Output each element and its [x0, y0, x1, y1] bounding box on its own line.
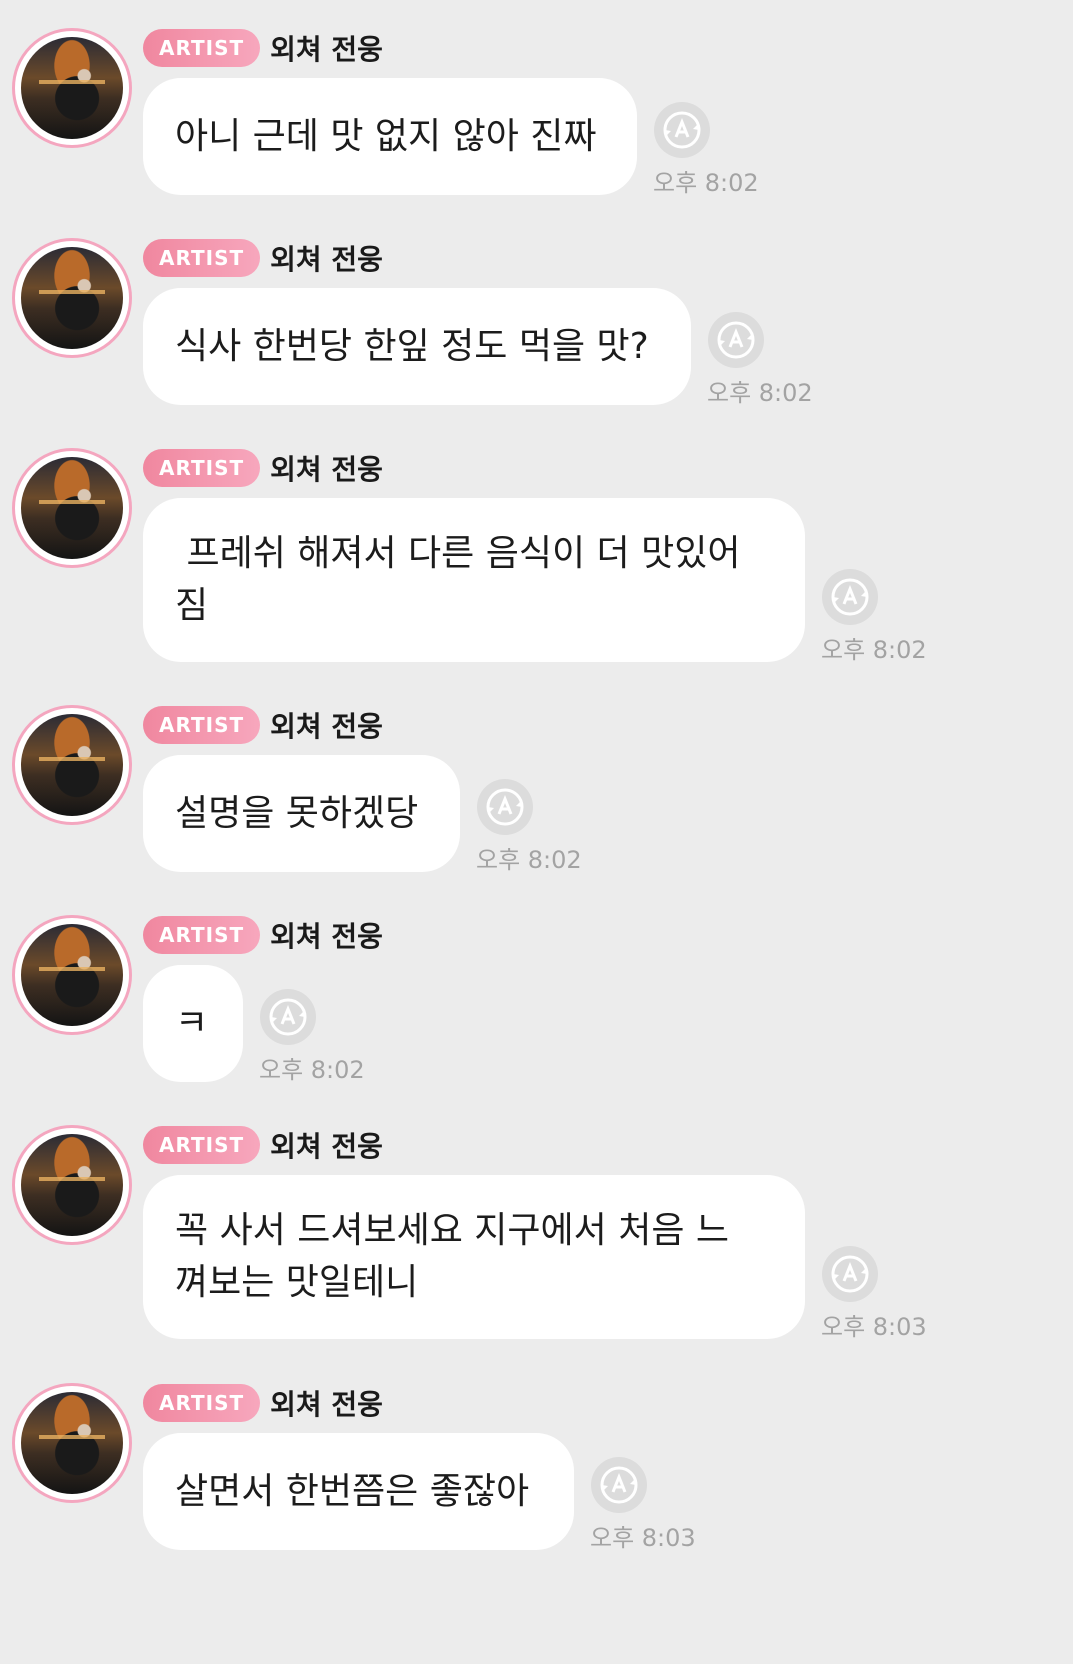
avatar[interactable]	[12, 1125, 132, 1245]
translate-icon[interactable]	[653, 101, 711, 159]
sender-name: 외쳐 전웅	[270, 243, 383, 276]
timestamp: 오후 8:03	[821, 1313, 927, 1341]
message-header: ARTIST 외쳐 전웅	[143, 705, 383, 745]
avatar-photo	[21, 1392, 123, 1494]
message-header: ARTIST 외쳐 전웅	[143, 1383, 383, 1423]
translate-icon[interactable]	[476, 778, 534, 836]
avatar-photo	[21, 457, 123, 559]
message-meta: 오후 8:02	[821, 568, 941, 665]
avatar-photo	[21, 1134, 123, 1236]
avatar[interactable]	[12, 1383, 132, 1503]
message-bubble[interactable]: 설명을 못하겠당	[143, 755, 460, 872]
artist-badge: ARTIST	[143, 706, 261, 744]
message-text: 식사 한번당 한잎 정도 먹을 맛?	[175, 325, 649, 367]
avatar[interactable]	[12, 448, 132, 568]
artist-badge: ARTIST	[143, 1126, 261, 1164]
sender-name: 외쳐 전웅	[270, 33, 383, 66]
message-text: 프레쉬 해져서 다른 음식이 더 맛있어 짐	[175, 533, 741, 626]
translate-icon[interactable]	[707, 311, 765, 369]
message-meta: 오후 8:02	[653, 101, 773, 198]
artist-badge: ARTIST	[143, 449, 261, 487]
timestamp: 오후 8:02	[259, 1056, 365, 1084]
message-bubble[interactable]: 프레쉬 해져서 다른 음식이 더 맛있어 짐	[143, 498, 805, 662]
message-meta: 오후 8:02	[707, 311, 827, 408]
translate-icon[interactable]	[259, 988, 317, 1046]
sender-name: 외쳐 전웅	[270, 710, 383, 743]
message-meta: 오후 8:02	[476, 778, 596, 875]
message-meta: 오후 8:03	[590, 1456, 710, 1553]
message-meta: 오후 8:02	[259, 988, 379, 1085]
message-bubble[interactable]: 아니 근데 맛 없지 않아 진짜	[143, 78, 637, 195]
avatar[interactable]	[12, 705, 132, 825]
message-meta: 오후 8:03	[821, 1245, 941, 1342]
message-text: 살면서 한번쯤은 좋잖아	[175, 1470, 530, 1512]
avatar-photo	[21, 924, 123, 1026]
message-text: 아니 근데 맛 없지 않아 진짜	[175, 115, 597, 157]
message-header: ARTIST 외쳐 전웅	[143, 1125, 383, 1165]
message-header: ARTIST 외쳐 전웅	[143, 915, 383, 955]
artist-badge: ARTIST	[143, 29, 261, 67]
sender-name: 외쳐 전웅	[270, 453, 383, 486]
translate-icon[interactable]	[821, 568, 879, 626]
artist-badge: ARTIST	[143, 1384, 261, 1422]
sender-name: 외쳐 전웅	[270, 920, 383, 953]
message-text: ㅋ	[175, 1002, 209, 1044]
timestamp: 오후 8:02	[707, 379, 813, 407]
translate-icon[interactable]	[821, 1245, 879, 1303]
message-bubble[interactable]: 살면서 한번쯤은 좋잖아	[143, 1433, 574, 1550]
message-bubble[interactable]: ㅋ	[143, 965, 243, 1082]
message-text: 꼭 사서 드셔보세요 지구에서 처음 느 껴보는 맛일테니	[175, 1210, 730, 1303]
message-bubble[interactable]: 꼭 사서 드셔보세요 지구에서 처음 느 껴보는 맛일테니	[143, 1175, 805, 1339]
artist-badge: ARTIST	[143, 916, 261, 954]
timestamp: 오후 8:02	[653, 169, 759, 197]
translate-icon[interactable]	[590, 1456, 648, 1514]
timestamp: 오후 8:02	[821, 636, 927, 664]
avatar-photo	[21, 37, 123, 139]
message-header: ARTIST 외쳐 전웅	[143, 238, 383, 278]
message-text: 설명을 못하겠당	[175, 792, 419, 834]
sender-name: 외쳐 전웅	[270, 1388, 383, 1421]
avatar[interactable]	[12, 915, 132, 1035]
avatar[interactable]	[12, 238, 132, 358]
message-header: ARTIST 외쳐 전웅	[143, 28, 383, 68]
message-header: ARTIST 외쳐 전웅	[143, 448, 383, 488]
avatar-photo	[21, 247, 123, 349]
message-bubble[interactable]: 식사 한번당 한잎 정도 먹을 맛?	[143, 288, 691, 405]
sender-name: 외쳐 전웅	[270, 1130, 383, 1163]
avatar-photo	[21, 714, 123, 816]
timestamp: 오후 8:02	[476, 846, 582, 874]
avatar[interactable]	[12, 28, 132, 148]
artist-badge: ARTIST	[143, 239, 261, 277]
timestamp: 오후 8:03	[590, 1524, 696, 1552]
